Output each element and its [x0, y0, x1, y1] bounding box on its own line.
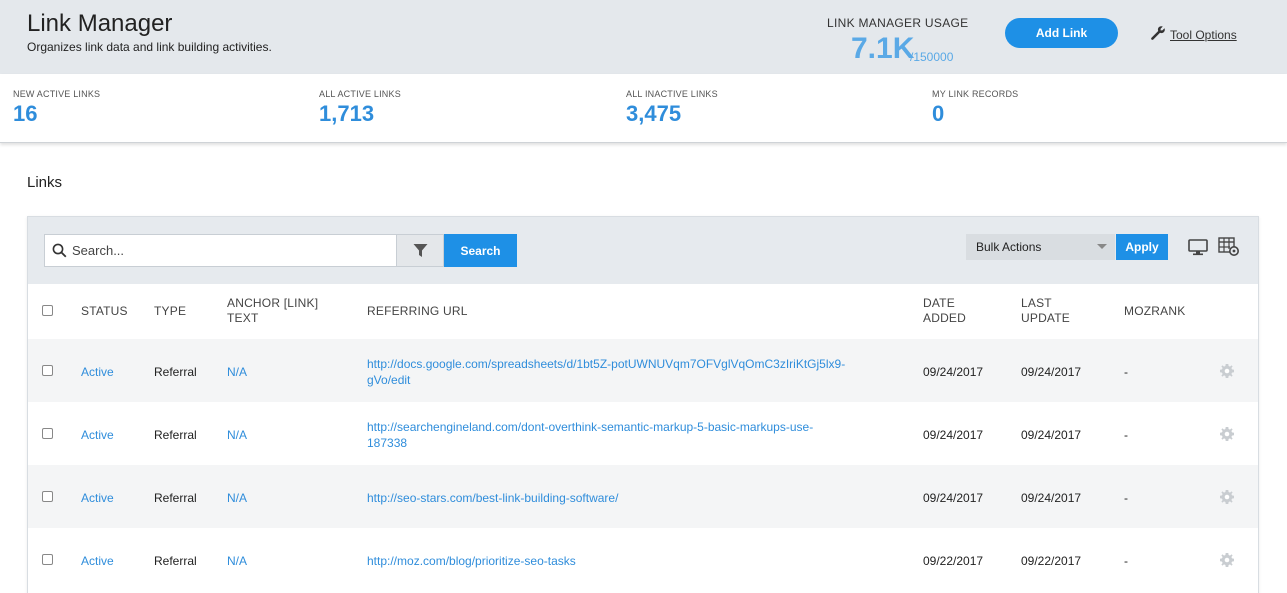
row-status[interactable]: Active — [81, 490, 114, 506]
row-type: Referral — [154, 554, 197, 568]
row-anchor[interactable]: N/A — [227, 490, 247, 506]
row-mozrank: - — [1124, 491, 1128, 505]
table-row: Active Referral N/A http://seo-stars.com… — [28, 465, 1258, 528]
row-type: Referral — [154, 491, 197, 505]
row-url-line1: http://docs.google.com/spreadsheets/d/1b… — [367, 357, 846, 371]
table-row: Active Referral N/A http://docs.google.c… — [28, 339, 1258, 402]
row-anchor[interactable]: N/A — [227, 364, 247, 380]
column-header-last-update-line1: LAST — [1021, 296, 1052, 310]
stat-label: MY LINK RECORDS — [932, 89, 1019, 99]
row-referring-url[interactable]: http://seo-stars.com/best-link-building-… — [367, 490, 897, 506]
chevron-down-icon — [1097, 244, 1107, 249]
row-mozrank: - — [1124, 365, 1128, 379]
search-icon — [52, 243, 67, 258]
search-box — [44, 234, 397, 267]
stat-new-active-links: NEW ACTIVE LINKS 16 — [13, 89, 100, 127]
usage-total: /150000 — [910, 50, 954, 64]
page-header: Link Manager Organizes link data and lin… — [0, 0, 1287, 74]
row-referring-url[interactable]: http://moz.com/blog/prioritize-seo-tasks — [367, 553, 897, 569]
stat-my-link-records: MY LINK RECORDS 0 — [932, 89, 1018, 127]
row-type: Referral — [154, 428, 197, 442]
stat-label: ALL INACTIVE LINKS — [626, 89, 718, 99]
bulk-actions-select[interactable]: Bulk Actions — [966, 234, 1115, 260]
column-header-status[interactable]: STATUS — [81, 304, 128, 319]
row-date-added: 09/24/2017 — [923, 428, 984, 442]
usage-value: 7.1K — [851, 32, 915, 65]
usage-label: LINK MANAGER USAGE — [827, 16, 969, 30]
row-status[interactable]: Active — [81, 364, 114, 380]
row-checkbox[interactable] — [42, 365, 53, 376]
gear-icon[interactable] — [1219, 489, 1235, 510]
row-checkbox[interactable] — [42, 428, 53, 439]
row-mozrank: - — [1124, 554, 1128, 568]
row-mozrank: - — [1124, 428, 1128, 442]
row-anchor[interactable]: N/A — [227, 553, 247, 569]
column-header-last-update-line2: UPDATE — [1021, 311, 1070, 325]
row-last-update: 09/22/2017 — [1021, 554, 1082, 568]
page-subtitle: Organizes link data and link building ac… — [27, 40, 272, 54]
row-url-line1: http://seo-stars.com/best-link-building-… — [367, 491, 619, 505]
add-link-button[interactable]: Add Link — [1005, 18, 1118, 48]
column-header-date-added-line2: ADDED — [923, 311, 967, 325]
gear-icon[interactable] — [1219, 426, 1235, 447]
stats-bar: NEW ACTIVE LINKS 16 ALL ACTIVE LINKS 1,7… — [0, 74, 1287, 143]
column-header-date-added[interactable]: DATE ADDED — [923, 296, 966, 326]
row-last-update: 09/24/2017 — [1021, 365, 1082, 379]
column-settings-icon[interactable] — [1218, 237, 1240, 262]
row-checkbox[interactable] — [42, 491, 53, 502]
row-url-line2: 187338 — [367, 436, 408, 450]
column-header-referring-url[interactable]: REFERRING URL — [367, 304, 468, 319]
stat-value: 16 — [13, 101, 38, 126]
links-table-panel: Search Bulk Actions Apply STATUS TYPE AN… — [27, 216, 1259, 593]
row-checkbox[interactable] — [42, 554, 53, 565]
column-header-anchor-line1: ANCHOR [LINK] — [227, 296, 319, 310]
gear-icon[interactable] — [1219, 363, 1235, 384]
table-row: Active Referral N/A http://searchenginel… — [28, 402, 1258, 465]
gear-icon[interactable] — [1219, 552, 1235, 573]
column-header-type[interactable]: TYPE — [154, 304, 186, 319]
row-type: Referral — [154, 365, 197, 379]
stat-value: 0 — [932, 101, 945, 126]
stat-all-inactive-links: ALL INACTIVE LINKS 3,475 — [626, 89, 718, 127]
column-header-last-update[interactable]: LAST UPDATE — [1021, 296, 1070, 326]
page-title: Link Manager — [27, 10, 173, 37]
bulk-actions-label: Bulk Actions — [976, 240, 1042, 254]
column-header-mozrank[interactable]: MOZRANK — [1124, 304, 1185, 319]
row-referring-url[interactable]: http://docs.google.com/spreadsheets/d/1b… — [367, 356, 897, 388]
select-all-checkbox[interactable] — [42, 305, 53, 316]
search-input[interactable] — [72, 243, 372, 258]
section-title: Links — [27, 174, 63, 191]
stat-all-active-links: ALL ACTIVE LINKS 1,713 — [319, 89, 401, 127]
row-status[interactable]: Active — [81, 553, 114, 569]
column-header-anchor-line2: TEXT — [227, 311, 259, 325]
stat-value: 3,475 — [626, 101, 682, 126]
row-date-added: 09/24/2017 — [923, 365, 984, 379]
stat-value: 1,713 — [319, 101, 375, 126]
row-url-line1: http://moz.com/blog/prioritize-seo-tasks — [367, 554, 576, 568]
search-button[interactable]: Search — [444, 234, 517, 267]
filter-icon — [413, 243, 428, 258]
table-header: STATUS TYPE ANCHOR [LINK] TEXT REFERRING… — [28, 284, 1258, 339]
row-url-line2: gVo/edit — [367, 373, 411, 387]
stat-label: ALL ACTIVE LINKS — [319, 89, 401, 99]
stat-label: NEW ACTIVE LINKS — [13, 89, 101, 99]
tool-options-label: Tool Options — [1170, 27, 1237, 42]
wrench-icon — [1150, 25, 1166, 44]
column-header-anchor[interactable]: ANCHOR [LINK] TEXT — [227, 296, 318, 326]
row-status[interactable]: Active — [81, 427, 114, 443]
table-row: Active Referral N/A http://moz.com/blog/… — [28, 528, 1258, 591]
row-date-added: 09/24/2017 — [923, 491, 984, 505]
row-last-update: 09/24/2017 — [1021, 428, 1082, 442]
tool-options-link[interactable]: Tool Options — [1150, 25, 1237, 44]
apply-button[interactable]: Apply — [1116, 234, 1168, 260]
column-header-date-added-line1: DATE — [923, 296, 955, 310]
monitor-icon[interactable] — [1188, 239, 1208, 261]
table-toolbar: Search Bulk Actions Apply — [28, 217, 1258, 284]
row-url-line1: http://searchengineland.com/dont-overthi… — [367, 420, 814, 434]
row-referring-url[interactable]: http://searchengineland.com/dont-overthi… — [367, 419, 897, 451]
row-anchor[interactable]: N/A — [227, 427, 247, 443]
row-last-update: 09/24/2017 — [1021, 491, 1082, 505]
filter-button[interactable] — [397, 234, 444, 267]
row-date-added: 09/22/2017 — [923, 554, 984, 568]
